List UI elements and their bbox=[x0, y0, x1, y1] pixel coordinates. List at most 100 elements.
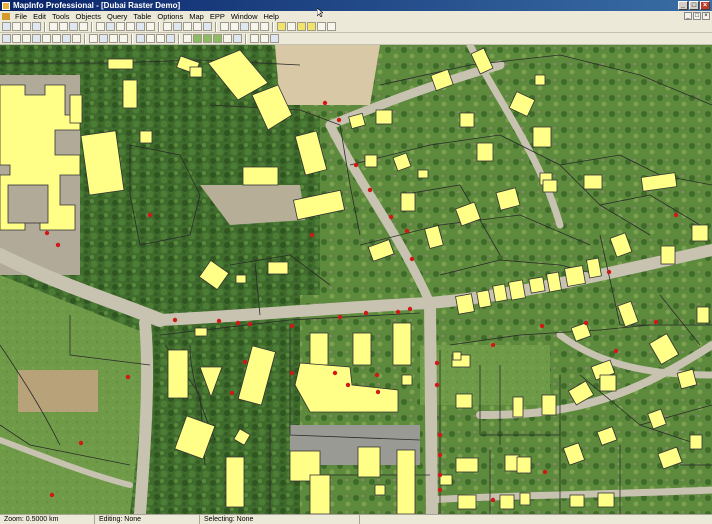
add-node-icon[interactable] bbox=[119, 34, 128, 43]
frame-icon[interactable] bbox=[99, 34, 108, 43]
menu-edit[interactable]: Edit bbox=[30, 12, 49, 21]
marquee-icon[interactable] bbox=[173, 22, 182, 31]
layer-control-icon[interactable] bbox=[183, 34, 192, 43]
menu-bar: File Edit Tools Objects Query Table Opti… bbox=[0, 11, 712, 21]
close-button[interactable]: × bbox=[700, 1, 710, 10]
paste-icon[interactable] bbox=[69, 22, 78, 31]
symbol-style-icon[interactable] bbox=[136, 34, 145, 43]
rectangle-icon[interactable] bbox=[62, 34, 71, 43]
new-grapher-icon[interactable] bbox=[116, 22, 125, 31]
map-canvas[interactable] bbox=[0, 45, 712, 514]
polyline-icon[interactable] bbox=[22, 34, 31, 43]
toolbar-separator bbox=[178, 33, 180, 44]
menu-table[interactable]: Table bbox=[130, 12, 154, 21]
toolbar-separator bbox=[44, 21, 46, 32]
window-controls: _ □ × bbox=[678, 1, 710, 10]
document-controls: _ □ × bbox=[684, 12, 710, 20]
title-bar: MapInfo Professional - [Dubai Raster Dem… bbox=[0, 0, 712, 11]
statistics-icon[interactable] bbox=[317, 22, 326, 31]
app-icon bbox=[2, 1, 10, 10]
status-spacer bbox=[360, 515, 712, 524]
node-icon[interactable] bbox=[250, 34, 259, 43]
toolbar-separator bbox=[272, 21, 274, 32]
polygon-icon[interactable] bbox=[42, 34, 51, 43]
line-icon[interactable] bbox=[12, 34, 21, 43]
window-title: MapInfo Professional - [Dubai Raster Dem… bbox=[13, 1, 181, 10]
snap-icon[interactable] bbox=[260, 34, 269, 43]
new-mapper-icon[interactable] bbox=[106, 22, 115, 31]
save-icon[interactable] bbox=[22, 22, 31, 31]
road-icon[interactable] bbox=[233, 34, 242, 43]
zoom-out-icon[interactable] bbox=[230, 22, 239, 31]
menu-query[interactable]: Query bbox=[104, 12, 130, 21]
doc-minimize-button[interactable]: _ bbox=[684, 12, 692, 20]
main-toolbar bbox=[0, 21, 712, 33]
toolbar-separator bbox=[131, 33, 133, 44]
maximize-button[interactable]: □ bbox=[689, 1, 699, 10]
map-window[interactable] bbox=[0, 45, 712, 514]
new-layout-icon[interactable] bbox=[126, 22, 135, 31]
print-icon[interactable] bbox=[32, 22, 41, 31]
symbol-icon[interactable] bbox=[2, 34, 11, 43]
undo-icon[interactable] bbox=[79, 22, 88, 31]
drag-window-icon[interactable] bbox=[287, 22, 296, 31]
doc-restore-button[interactable]: □ bbox=[693, 12, 701, 20]
toolbar-separator bbox=[215, 21, 217, 32]
toolbar-separator bbox=[158, 21, 160, 32]
help-icon[interactable] bbox=[146, 22, 155, 31]
park-icon[interactable] bbox=[213, 34, 222, 43]
new-icon[interactable] bbox=[2, 22, 11, 31]
label-icon[interactable] bbox=[277, 22, 286, 31]
info-icon[interactable] bbox=[260, 22, 269, 31]
text-icon[interactable] bbox=[89, 34, 98, 43]
select-icon[interactable] bbox=[163, 22, 172, 31]
sandy-lot-north bbox=[275, 45, 380, 105]
toolbar-separator bbox=[84, 33, 86, 44]
menu-epp[interactable]: EPP bbox=[207, 12, 228, 21]
ruler-icon[interactable] bbox=[327, 22, 336, 31]
copy-icon[interactable] bbox=[59, 22, 68, 31]
mouse-cursor-icon bbox=[317, 8, 323, 17]
grabber-icon[interactable] bbox=[250, 22, 259, 31]
region-style-icon[interactable] bbox=[156, 34, 165, 43]
digitize-icon[interactable] bbox=[270, 34, 279, 43]
hotlink-icon[interactable] bbox=[297, 22, 306, 31]
legend-icon[interactable] bbox=[307, 22, 316, 31]
menu-file[interactable]: File bbox=[12, 12, 30, 21]
tree-alt-icon[interactable] bbox=[203, 34, 212, 43]
editing-status: Editing: None bbox=[95, 515, 200, 524]
arc-icon[interactable] bbox=[32, 34, 41, 43]
open-icon[interactable] bbox=[12, 22, 21, 31]
toolbar-separator bbox=[245, 33, 247, 44]
tree-icon[interactable] bbox=[193, 34, 202, 43]
menu-help[interactable]: Help bbox=[261, 12, 282, 21]
status-bar: Zoom: 0.5000 km Editing: None Selecting:… bbox=[0, 514, 712, 524]
boundary-select-icon[interactable] bbox=[203, 22, 212, 31]
menu-map[interactable]: Map bbox=[186, 12, 207, 21]
drawing-toolbar bbox=[0, 33, 712, 45]
menu-options[interactable]: Options bbox=[154, 12, 186, 21]
toolbar-separator bbox=[91, 21, 93, 32]
reshape-icon[interactable] bbox=[109, 34, 118, 43]
menu-objects[interactable]: Objects bbox=[73, 12, 104, 21]
selecting-status: Selecting: None bbox=[200, 515, 360, 524]
meadow bbox=[420, 345, 550, 405]
rounded-rect-icon[interactable] bbox=[72, 34, 81, 43]
change-view-icon[interactable] bbox=[240, 22, 249, 31]
text-style-icon[interactable] bbox=[166, 34, 175, 43]
house-icon[interactable] bbox=[223, 34, 232, 43]
cut-icon[interactable] bbox=[49, 22, 58, 31]
menu-window[interactable]: Window bbox=[228, 12, 261, 21]
minimize-button[interactable]: _ bbox=[678, 1, 688, 10]
line-style-icon[interactable] bbox=[146, 34, 155, 43]
polygon-select-icon[interactable] bbox=[193, 22, 202, 31]
document-icon bbox=[2, 12, 10, 20]
menu-tools[interactable]: Tools bbox=[49, 12, 73, 21]
doc-close-button[interactable]: × bbox=[702, 12, 710, 20]
ellipse-icon[interactable] bbox=[52, 34, 61, 43]
new-browser-icon[interactable] bbox=[96, 22, 105, 31]
radius-icon[interactable] bbox=[183, 22, 192, 31]
zoom-in-icon[interactable] bbox=[220, 22, 229, 31]
zoom-status: Zoom: 0.5000 km bbox=[0, 515, 95, 524]
new-redistrict-icon[interactable] bbox=[136, 22, 145, 31]
